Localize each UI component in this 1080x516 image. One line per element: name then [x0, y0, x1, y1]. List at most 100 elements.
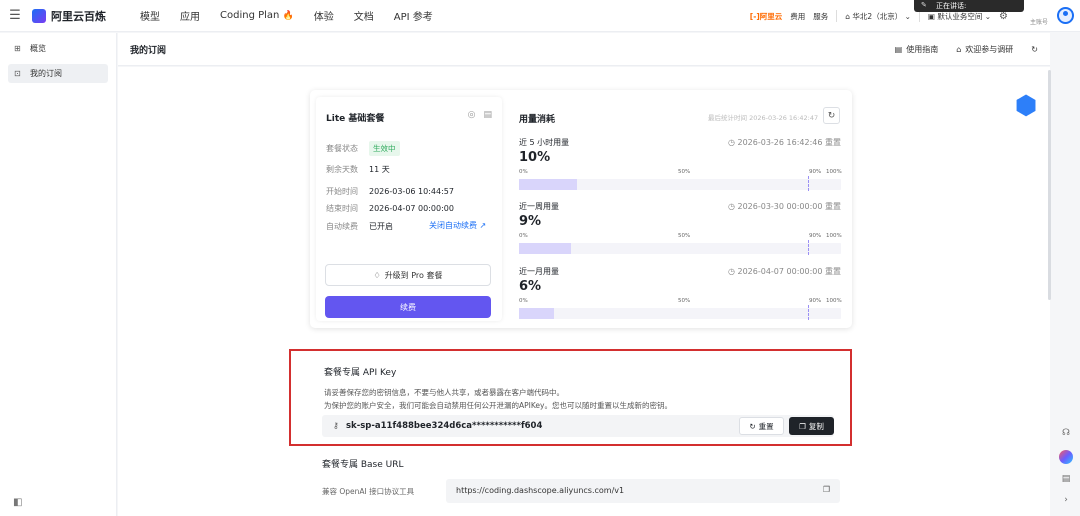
subscription-icon: ⊡ — [14, 69, 21, 78]
document-icon[interactable]: ▤ — [1058, 474, 1074, 484]
tick-label: 50% — [678, 233, 691, 239]
plan-start-value: 2026-03-06 10:44:57 — [369, 187, 454, 196]
plan-end-value: 2026-04-07 00:00:00 — [369, 204, 454, 213]
base-url-field: https://coding.dashscope.aliyuncs.com/v1… — [446, 479, 840, 503]
gear-icon[interactable]: ⚙ — [999, 11, 1008, 22]
upgrade-pro-button[interactable]: ♢ 升级到 Pro 套餐 — [325, 264, 491, 286]
ai-orb — [1059, 450, 1073, 464]
plan-auto-label: 自动续费 — [326, 222, 358, 231]
tick-label: 90% — [809, 169, 822, 175]
nav-tab-models[interactable]: 模型 — [130, 8, 170, 23]
plan-end-row: 结束时间 2026-04-07 00:00:00 — [326, 203, 454, 214]
plan-auto-row: 自动续费 已开启 — [326, 221, 393, 232]
usage-block-week: 近一周用量 ◷ 2026-03-30 00:00:00 重置 9% 0% 50%… — [519, 201, 842, 261]
document-icon[interactable]: ▤ — [483, 110, 492, 120]
usage-threshold-marker — [808, 240, 809, 255]
api-key-title: 套餐专属 API Key — [324, 368, 397, 378]
plan-status-row: 套餐状态 生效中 — [326, 141, 400, 156]
sidebar-item-my-subscription[interactable]: ⊡ 我的订阅 — [8, 64, 108, 83]
usage-reset: ◷ 2026-04-07 00:00:00 重置 — [728, 266, 841, 277]
usage-reset-text: 2026-03-30 00:00:00 重置 — [737, 202, 841, 211]
nav-tab-coding-plan-label: Coding Plan — [220, 10, 280, 21]
aliyun-logo[interactable]: [-]阿里云 — [750, 11, 782, 22]
survey-label: 欢迎参与调研 — [965, 45, 1014, 54]
api-key-section: 套餐专属 API Key 请妥善保存您的密钥信息，不要与他人共享，或者暴露在客户… — [289, 349, 852, 446]
tick-label: 100% — [826, 233, 842, 239]
usage-panel: 用量消耗 最后统计时间 2026-03-26 16:42:47 ↻ 近 5 小时… — [518, 90, 852, 328]
usage-percent: 6% — [519, 279, 542, 294]
chevron-right-icon[interactable]: › — [1058, 495, 1074, 505]
menu-icon[interactable]: ☰ — [0, 0, 30, 32]
plan-title: Lite 基础套餐 — [326, 114, 385, 124]
usage-bar — [519, 240, 841, 255]
sidebar-item-label: 我的订阅 — [30, 69, 62, 78]
usage-stat-time: 最后统计时间 2026-03-26 16:42:47 — [708, 114, 819, 122]
grid-icon: ⊞ — [14, 44, 21, 53]
reset-key-button[interactable]: ↻ 重置 — [739, 417, 784, 435]
tick-label: 100% — [826, 298, 842, 304]
tick-label: 90% — [809, 298, 822, 304]
disable-auto-renew-link[interactable]: 关闭自动续费 ↗ — [429, 220, 486, 231]
copy-icon[interactable]: ❐ — [823, 485, 830, 494]
avatar[interactable] — [1057, 7, 1074, 24]
usage-ticks: 0% 50% 90% 100% — [519, 169, 842, 177]
nav-tab-apps[interactable]: 应用 — [170, 8, 210, 23]
usage-percent: 10% — [519, 150, 551, 165]
brand-name: 阿里云百炼 — [51, 9, 106, 23]
sidebar-item-overview[interactable]: ⊞ 概览 — [8, 39, 108, 58]
sidebar-collapse-icon[interactable]: ◧ — [13, 497, 22, 508]
usage-label: 近一周用量 — [519, 202, 559, 211]
page-title: 我的订阅 — [130, 45, 167, 56]
guide-label: 使用指南 — [906, 45, 939, 54]
plan-start-row: 开始时间 2026-03-06 10:44:57 — [326, 186, 454, 197]
tick-label: 0% — [519, 233, 528, 239]
tick-label: 100% — [826, 169, 842, 175]
usage-label: 近一月用量 — [519, 267, 559, 276]
api-key-value[interactable]: sk-sp-a11f488bee324d6ca***********f604 — [346, 421, 542, 431]
guide-link[interactable]: ▤ 使用指南 — [895, 44, 939, 55]
nav-tab-coding-plan[interactable]: Coding Plan 🔥 — [210, 10, 304, 21]
nav-tab-docs[interactable]: 文档 — [344, 8, 384, 23]
plan-status-label: 套餐状态 — [326, 144, 358, 153]
usage-refresh-button[interactable]: ↻ — [823, 107, 840, 124]
feather-icon: ✎ — [921, 1, 927, 9]
headset-icon[interactable]: ☊ — [1058, 428, 1074, 438]
service-link[interactable]: 服务 — [813, 11, 828, 22]
document-icon: ▤ — [894, 45, 903, 54]
copy-key-button[interactable]: ❐ 复制 — [789, 417, 834, 435]
tick-label: 50% — [678, 298, 691, 304]
survey-icon: ⌂ — [956, 45, 962, 54]
usage-title: 用量消耗 — [519, 115, 556, 125]
nav-tab-playground[interactable]: 体验 — [304, 8, 344, 23]
base-url-value[interactable]: https://coding.dashscope.aliyuncs.com/v1 — [456, 486, 624, 495]
nav-tab-api-reference[interactable]: API 参考 — [384, 8, 443, 23]
plan-days-row: 剩余天数 11 天 — [326, 164, 390, 175]
region-selector[interactable]: ⌂ 华北2（北京） ⌄ — [845, 11, 911, 22]
survey-link[interactable]: ⌂ 欢迎参与调研 — [956, 44, 1013, 55]
workspace-selector[interactable]: ▣ 默认业务空间 ⌄ — [928, 11, 991, 22]
ai-assistant-icon[interactable] — [1058, 450, 1074, 464]
page-refresh-icon[interactable]: ↻ — [1031, 45, 1038, 54]
renew-button[interactable]: 续费 — [325, 296, 491, 318]
diamond-icon: ♢ — [373, 270, 381, 280]
upgrade-label: 升级到 Pro 套餐 — [384, 270, 443, 280]
usage-bar — [519, 305, 841, 320]
plan-card: Lite 基础套餐 ◎ ▤ 套餐状态 生效中 剩余天数 11 天 开始时间 20… — [310, 90, 852, 328]
refresh-icon: ↻ — [749, 421, 756, 431]
clock-icon: ◷ — [727, 202, 735, 211]
speaking-label: 正在讲话: — [936, 2, 967, 10]
scrollbar[interactable] — [1048, 70, 1051, 300]
usage-reset-text: 2026-03-26 16:42:46 重置 — [737, 138, 841, 147]
page-header: 我的订阅 ▤ 使用指南 ⌂ 欢迎参与调研 ↻ — [118, 33, 1050, 66]
sidebar-item-label: 概览 — [30, 44, 46, 53]
brand-logo-icon — [32, 8, 46, 23]
usage-bar-fill — [519, 179, 577, 190]
settings-icon[interactable]: ◎ — [468, 110, 476, 120]
brand[interactable]: 阿里云百炼 — [32, 8, 110, 24]
assistant-bird-icon[interactable]: ⬢ — [1010, 90, 1042, 122]
status-badge: 生效中 — [369, 141, 400, 156]
fee-link[interactable]: 费用 — [790, 11, 805, 22]
plan-info-panel: Lite 基础套餐 ◎ ▤ 套餐状态 生效中 剩余天数 11 天 开始时间 20… — [316, 97, 502, 321]
flame-icon: 🔥 — [282, 11, 294, 21]
tick-label: 0% — [519, 298, 528, 304]
